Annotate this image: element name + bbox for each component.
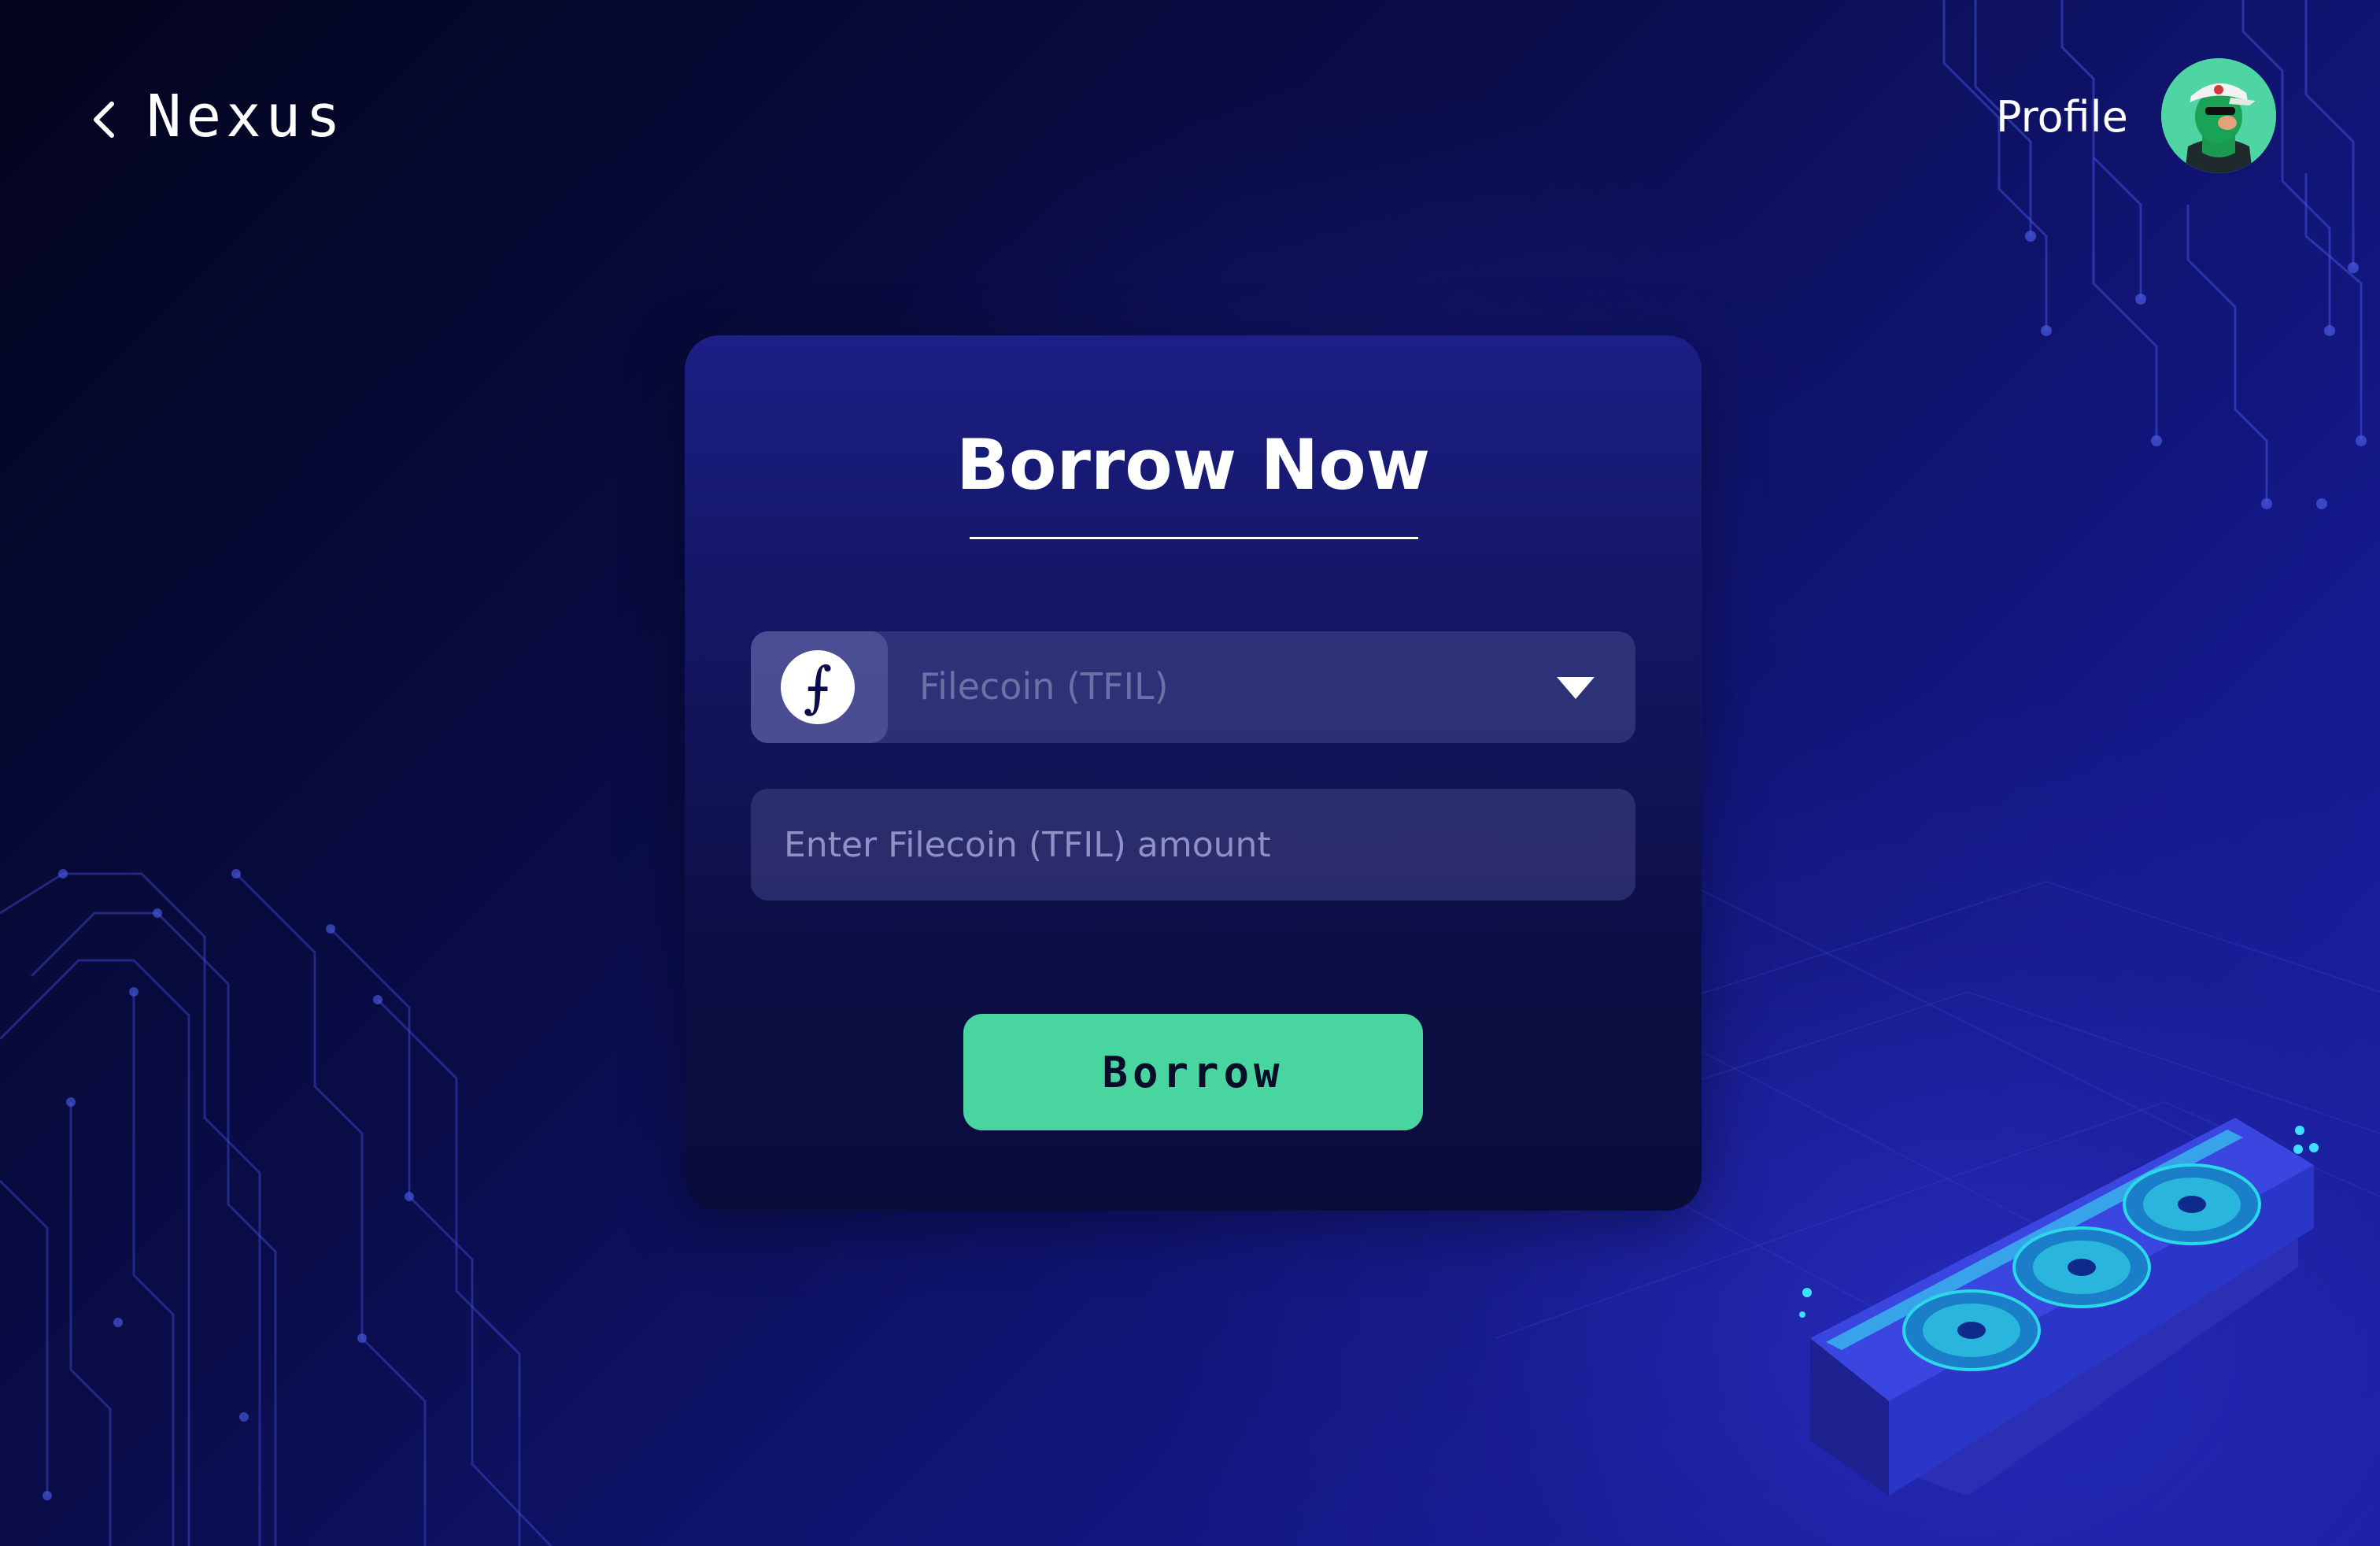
- title-divider: [970, 537, 1418, 539]
- caret-down-icon: [1557, 677, 1595, 699]
- chevron-left-icon: [94, 102, 114, 138]
- brand-logo[interactable]: Nexus: [146, 85, 346, 148]
- borrow-button[interactable]: Borrow: [963, 1014, 1423, 1130]
- token-icon-slot: ⨍: [751, 631, 888, 743]
- card-title: Borrow Now: [955, 424, 1431, 505]
- top-bar: Nexus Profile: [0, 0, 2380, 236]
- borrow-card: Borrow Now ⨍ Filecoin (TFIL) Borrow: [685, 335, 1702, 1211]
- avatar-image: [2161, 58, 2276, 173]
- back-button[interactable]: [85, 94, 121, 145]
- token-select[interactable]: ⨍ Filecoin (TFIL): [751, 631, 1635, 743]
- avatar[interactable]: [2161, 58, 2276, 173]
- profile-link[interactable]: Profile: [1996, 90, 2128, 145]
- token-select-value: Filecoin (TFIL): [919, 665, 1169, 708]
- amount-input[interactable]: [751, 789, 1635, 901]
- filecoin-icon: ⨍: [781, 650, 855, 724]
